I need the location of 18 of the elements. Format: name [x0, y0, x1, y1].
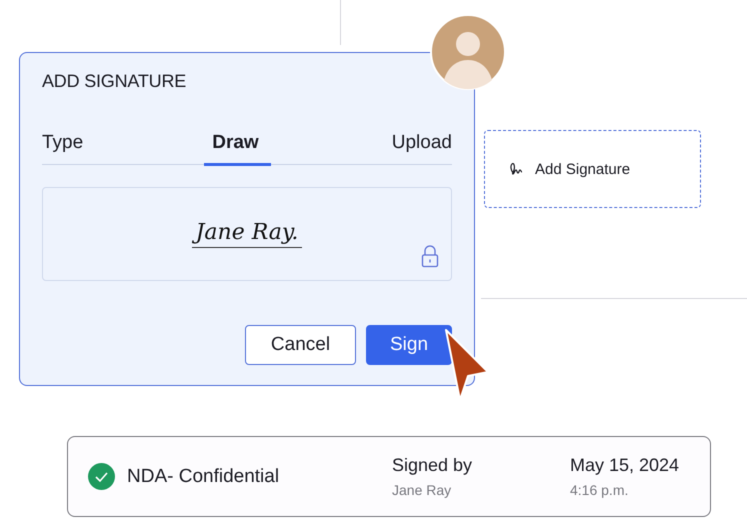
signed-by-label: Signed by — [392, 455, 474, 476]
cancel-button[interactable]: Cancel — [245, 325, 356, 365]
handwritten-signature: Jane Ray. — [192, 220, 302, 248]
lock-icon — [421, 244, 439, 268]
tab[interactable]: Draw — [204, 132, 271, 166]
field-label: Add Signature — [535, 160, 630, 178]
avatar-icon — [430, 14, 506, 90]
signed-time: 4:16 p.m. — [570, 482, 630, 498]
signer-name: Jane Ray — [392, 482, 452, 498]
dialog-title: ADD SIGNATURE — [42, 71, 188, 92]
sign-button[interactable]: Sign — [366, 325, 452, 365]
signature-icon — [509, 163, 525, 175]
document-name: NDA- Confidential — [127, 466, 280, 488]
tab[interactable]: Upload — [392, 132, 452, 166]
signature-pad[interactable]: Jane Ray. — [42, 187, 452, 281]
signature-field[interactable]: Add Signature — [484, 130, 701, 208]
tab[interactable]: Type — [42, 132, 84, 166]
signed-date: May 15, 2024 — [570, 455, 680, 476]
